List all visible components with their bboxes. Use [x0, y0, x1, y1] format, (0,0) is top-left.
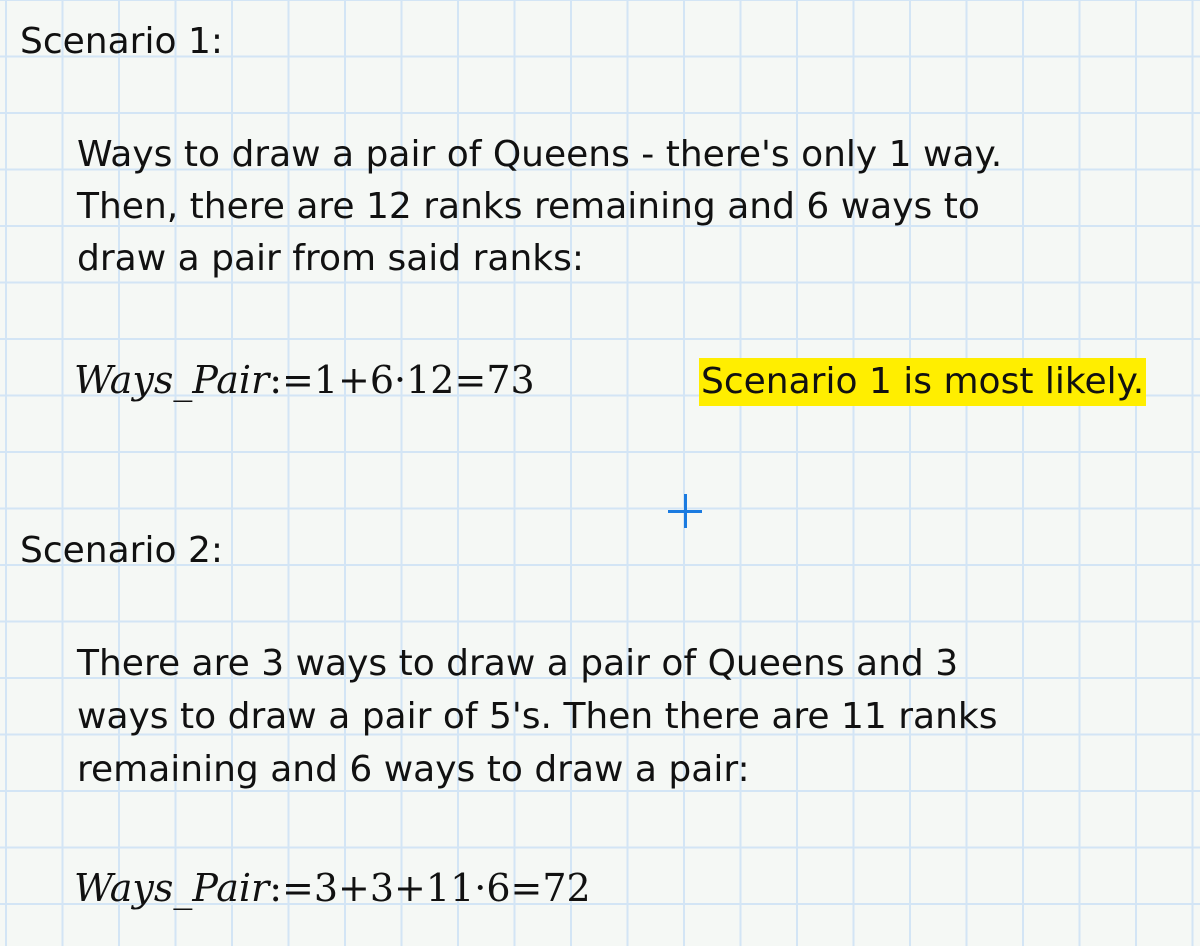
text-line: Then, there are 12 ranks remaining and 6… [77, 186, 980, 227]
variable-name: Ways_Pair [74, 358, 270, 402]
text-line: Ways to draw a pair of Queens - there's … [77, 134, 1003, 175]
text-line: ways to draw a pair of 5's. Then there a… [77, 696, 998, 737]
variable-name: Ways_Pair [74, 866, 270, 910]
scenario-2-heading[interactable]: Scenario 2: [20, 524, 223, 578]
math-expression: :=3+3+11·6=72 [269, 866, 591, 910]
text-line: remaining and 6 ways to draw a pair: [77, 749, 750, 790]
math-expression: :=1+6·12=73 [269, 358, 535, 402]
highlighted-conclusion[interactable]: Scenario 1 is most likely. [699, 358, 1147, 406]
math-region-ways-pair-2[interactable]: Ways_Pair:=3+3+11·6=72 [74, 866, 591, 910]
scenario-1-heading[interactable]: Scenario 1: [20, 15, 223, 69]
math-region-ways-pair-1[interactable]: Ways_Pair:=1+6·12=73 [74, 358, 535, 402]
text-line: draw a pair from said ranks: [77, 238, 585, 279]
crosshair-cursor-icon [668, 494, 702, 528]
text-line: There are 3 ways to draw a pair of Queen… [77, 643, 959, 684]
